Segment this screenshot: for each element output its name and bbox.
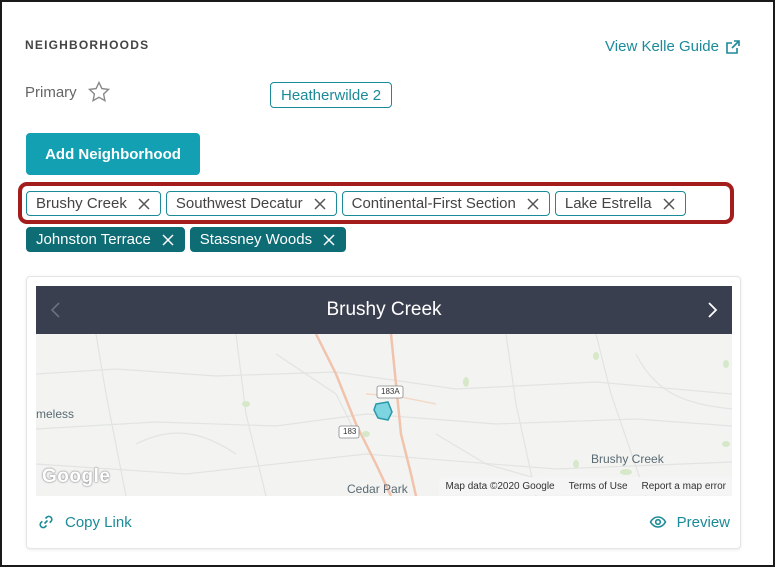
- view-guide-label: View Kelle Guide: [605, 38, 719, 55]
- close-icon[interactable]: [526, 197, 540, 211]
- primary-row: Primary: [25, 80, 111, 104]
- map-shield-183a: 183A: [381, 387, 400, 396]
- map-place-brushy-creek: Brushy Creek: [591, 452, 664, 466]
- star-outline-icon[interactable]: [87, 80, 111, 104]
- neighborhood-tags-row-1: Brushy Creek Southwest Decatur Continent…: [26, 191, 686, 216]
- map-card-header: Brushy Creek: [36, 286, 732, 334]
- neighborhood-tag-selected: Stassney Woods: [189, 227, 347, 252]
- tag-label: Johnston Terrace: [36, 231, 151, 248]
- map-place-left: meless: [36, 407, 75, 421]
- chevron-left-icon[interactable]: [44, 298, 68, 322]
- neighborhood-tag-selected: Johnston Terrace: [26, 227, 185, 252]
- google-logo: Google: [42, 466, 111, 487]
- external-link-icon: [726, 39, 740, 54]
- neighborhood-tag: Brushy Creek: [26, 191, 161, 216]
- map-view[interactable]: 183A 183 meless Cedar Park Brushy Creek …: [36, 334, 732, 496]
- tag-label: Continental-First Section: [351, 195, 516, 212]
- neighborhood-tags-row-2: Johnston Terrace Stassney Woods: [26, 227, 347, 252]
- close-icon[interactable]: [161, 233, 175, 247]
- primary-label: Primary: [25, 83, 77, 101]
- map-attribution: Map data ©2020 Google Terms of Use Repor…: [439, 477, 732, 495]
- add-neighborhood-button[interactable]: Add Neighborhood: [26, 133, 200, 175]
- map-place-cedar-park: Cedar Park: [347, 482, 408, 496]
- close-icon[interactable]: [322, 233, 336, 247]
- preview-button[interactable]: Preview: [649, 513, 730, 531]
- chevron-right-icon[interactable]: [700, 298, 724, 322]
- preview-label: Preview: [676, 513, 730, 531]
- map-data-text: Map data ©2020 Google: [445, 480, 555, 492]
- close-icon[interactable]: [313, 197, 327, 211]
- tag-label: Southwest Decatur: [175, 195, 303, 212]
- section-title: NEIGHBORHOODS: [25, 38, 150, 52]
- terms-of-use-link[interactable]: Terms of Use: [569, 481, 628, 492]
- view-guide-link[interactable]: View Kelle Guide: [605, 38, 741, 55]
- map-roads: [36, 334, 732, 496]
- close-icon[interactable]: [662, 197, 676, 211]
- neighborhood-tag: Continental-First Section: [341, 191, 550, 216]
- neighborhood-tag: Southwest Decatur: [165, 191, 337, 216]
- map-card: Brushy Creek 183A 183 meless Cedar Park …: [26, 276, 741, 549]
- tag-label: Stassney Woods: [199, 231, 313, 248]
- tag-label: Brushy Creek: [36, 195, 127, 212]
- primary-neighborhood-chip[interactable]: Heatherwilde 2: [270, 82, 393, 108]
- link-icon: [39, 515, 53, 529]
- copy-link-button[interactable]: Copy Link: [37, 513, 132, 531]
- eye-icon: [649, 516, 667, 528]
- neighborhood-tag: Lake Estrella: [554, 191, 686, 216]
- map-card-title: Brushy Creek: [326, 299, 442, 320]
- copy-link-label: Copy Link: [65, 513, 132, 531]
- report-map-error-link[interactable]: Report a map error: [642, 481, 726, 492]
- map-shield-183: 183: [343, 427, 357, 436]
- tag-label: Lake Estrella: [564, 195, 652, 212]
- close-icon[interactable]: [137, 197, 151, 211]
